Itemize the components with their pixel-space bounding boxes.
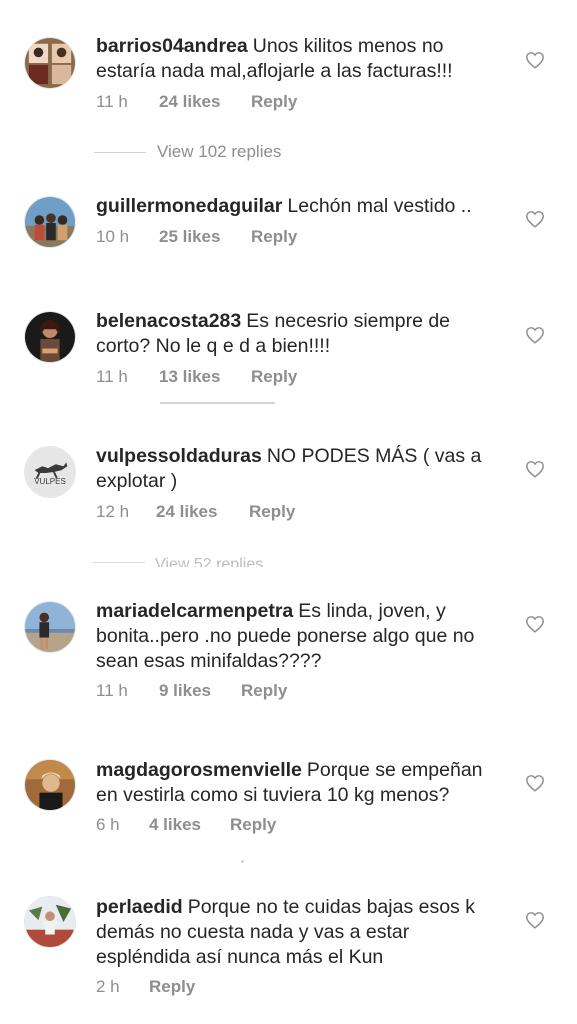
reply-button[interactable]: Reply	[249, 501, 295, 523]
comment-text: guillermonedaguilar Lechón mal vestido ..	[96, 194, 506, 219]
comment-time: 11 h	[96, 681, 128, 700]
heart-icon[interactable]	[525, 774, 545, 792]
reply-button[interactable]: Reply	[230, 814, 276, 836]
comment-time: 2 h	[96, 977, 120, 996]
comment-time: 12 h	[96, 502, 130, 521]
comment-time: 11 h	[96, 367, 128, 386]
avatar[interactable]	[24, 37, 76, 89]
comment-time: 10 h	[96, 227, 130, 246]
avatar[interactable]	[24, 759, 76, 811]
comment-username[interactable]: magdagorosmenvielle	[96, 759, 302, 781]
heart-icon[interactable]	[525, 911, 545, 929]
reply-button[interactable]: Reply	[251, 91, 297, 113]
comment-time: 11 h	[96, 92, 128, 111]
comment-text: barrios04andrea Unos kilitos menos no est…	[96, 34, 506, 84]
replies-divider	[93, 562, 145, 563]
separator-dot	[241, 860, 244, 863]
comment-body: Lechón mal vestido ..	[287, 195, 472, 217]
comment-likes[interactable]: 4 likes	[149, 814, 201, 836]
comment-likes[interactable]: 24 likes	[159, 91, 220, 113]
view-replies-label[interactable]: View 102 replies	[157, 141, 281, 163]
heart-icon[interactable]	[525, 460, 545, 478]
avatar[interactable]	[24, 896, 76, 948]
comment-username[interactable]: vulpessoldaduras	[96, 445, 262, 467]
ghost-text	[160, 399, 280, 410]
reply-button[interactable]: Reply	[149, 976, 195, 998]
avatar[interactable]: VULPES	[24, 446, 76, 498]
comment-likes[interactable]: 24 likes	[156, 501, 217, 523]
comment-likes[interactable]: 13 likes	[159, 366, 220, 388]
comment-text: magdagorosmenvielle Porque se empeñan en …	[96, 758, 506, 808]
comment-username[interactable]: barrios04andrea	[96, 35, 248, 57]
reply-button[interactable]: Reply	[241, 680, 287, 702]
avatar[interactable]	[24, 601, 76, 653]
avatar[interactable]	[24, 311, 76, 363]
comment-text: vulpessoldaduras NO PODES MÁS ( vas a exp…	[96, 444, 506, 494]
reply-button[interactable]: Reply	[251, 226, 297, 248]
reply-button[interactable]: Reply	[251, 366, 297, 388]
comment-likes[interactable]: 25 likes	[159, 226, 220, 248]
heart-icon[interactable]	[525, 615, 545, 633]
heart-icon[interactable]	[525, 326, 545, 344]
heart-icon[interactable]	[525, 210, 545, 228]
comment-username[interactable]: perlaedid	[96, 896, 183, 918]
comment-username[interactable]: mariadelcarmenpetra	[96, 600, 293, 622]
comment-username[interactable]: guillermonedaguilar	[96, 195, 282, 217]
avatar[interactable]	[24, 196, 76, 248]
view-replies-button[interactable]: View 52 replies	[155, 555, 263, 567]
comment-text: mariadelcarmenpetra Es linda, joven, y bo…	[96, 599, 506, 674]
avatar-label: VULPES	[34, 477, 66, 486]
comment-text: perlaedid Porque no te cuidas bajas esos …	[96, 895, 506, 970]
comment-time: 6 h	[96, 815, 120, 834]
comment-text: belenacosta283 Es necesrio siempre de cor…	[96, 309, 506, 359]
heart-icon[interactable]	[525, 51, 545, 69]
comment-likes[interactable]: 9 likes	[159, 680, 211, 702]
comment-username[interactable]: belenacosta283	[96, 310, 241, 332]
replies-divider	[94, 152, 146, 153]
